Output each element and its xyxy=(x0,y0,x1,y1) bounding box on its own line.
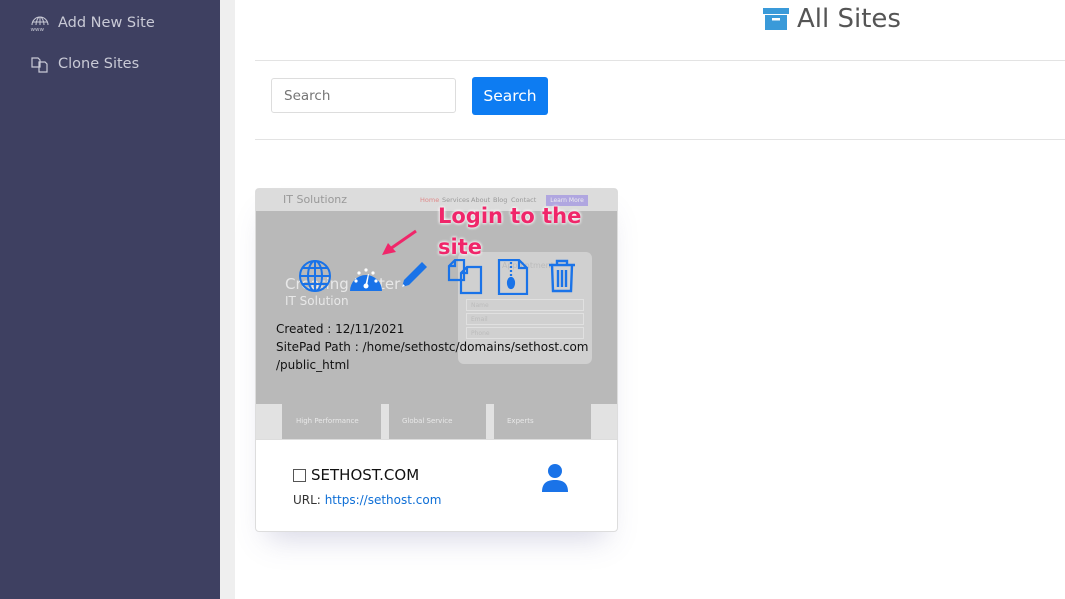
site-name: SETHOST.COM xyxy=(311,466,420,484)
site-card-footer: SETHOST.COM URL: https://sethost.com xyxy=(256,439,617,531)
sidebar-item-label: Clone Sites xyxy=(58,56,140,72)
annotation-callout: Login to the site xyxy=(438,204,582,259)
sidebar: www Add New Site Clone Sites xyxy=(0,0,220,599)
preview-nav-home: Home xyxy=(420,196,440,204)
edit-pencil-icon[interactable] xyxy=(398,259,430,293)
delete-trash-icon[interactable] xyxy=(548,259,576,293)
svg-text:www: www xyxy=(31,27,45,32)
www-globe-icon: www xyxy=(31,16,49,32)
page-title: All Sites xyxy=(763,4,901,34)
site-select-checkbox[interactable] xyxy=(293,468,306,482)
login-dashboard-icon[interactable] xyxy=(348,259,384,293)
divider xyxy=(220,0,235,599)
site-preview-thumbnail[interactable]: IT Solutionz Home Services About Blog Co… xyxy=(256,189,617,439)
site-meta: Created : 12/11/2021 SitePad Path : /hom… xyxy=(276,322,589,372)
divider xyxy=(255,60,1065,61)
clone-icon xyxy=(31,57,48,73)
backup-zip-icon[interactable] xyxy=(497,259,529,295)
sidebar-item-label: Add New Site xyxy=(58,15,155,31)
clone-icon[interactable] xyxy=(447,259,485,295)
user-icon[interactable] xyxy=(541,463,569,493)
preview-form-field-name: Name xyxy=(466,299,584,311)
visit-site-globe-icon[interactable] xyxy=(298,259,332,293)
sidebar-item-add-new-site[interactable]: www Add New Site xyxy=(30,14,155,32)
site-url-link[interactable]: https://sethost.com xyxy=(325,493,442,507)
divider xyxy=(255,139,1065,140)
archive-icon xyxy=(763,8,789,30)
arrow-icon xyxy=(382,229,417,255)
search-button[interactable]: Search xyxy=(472,77,548,115)
search-input[interactable] xyxy=(271,78,456,113)
sidebar-item-clone-sites[interactable]: Clone Sites xyxy=(30,54,139,74)
site-card: IT Solutionz Home Services About Blog Co… xyxy=(255,188,618,532)
site-url: URL: https://sethost.com xyxy=(293,493,442,507)
